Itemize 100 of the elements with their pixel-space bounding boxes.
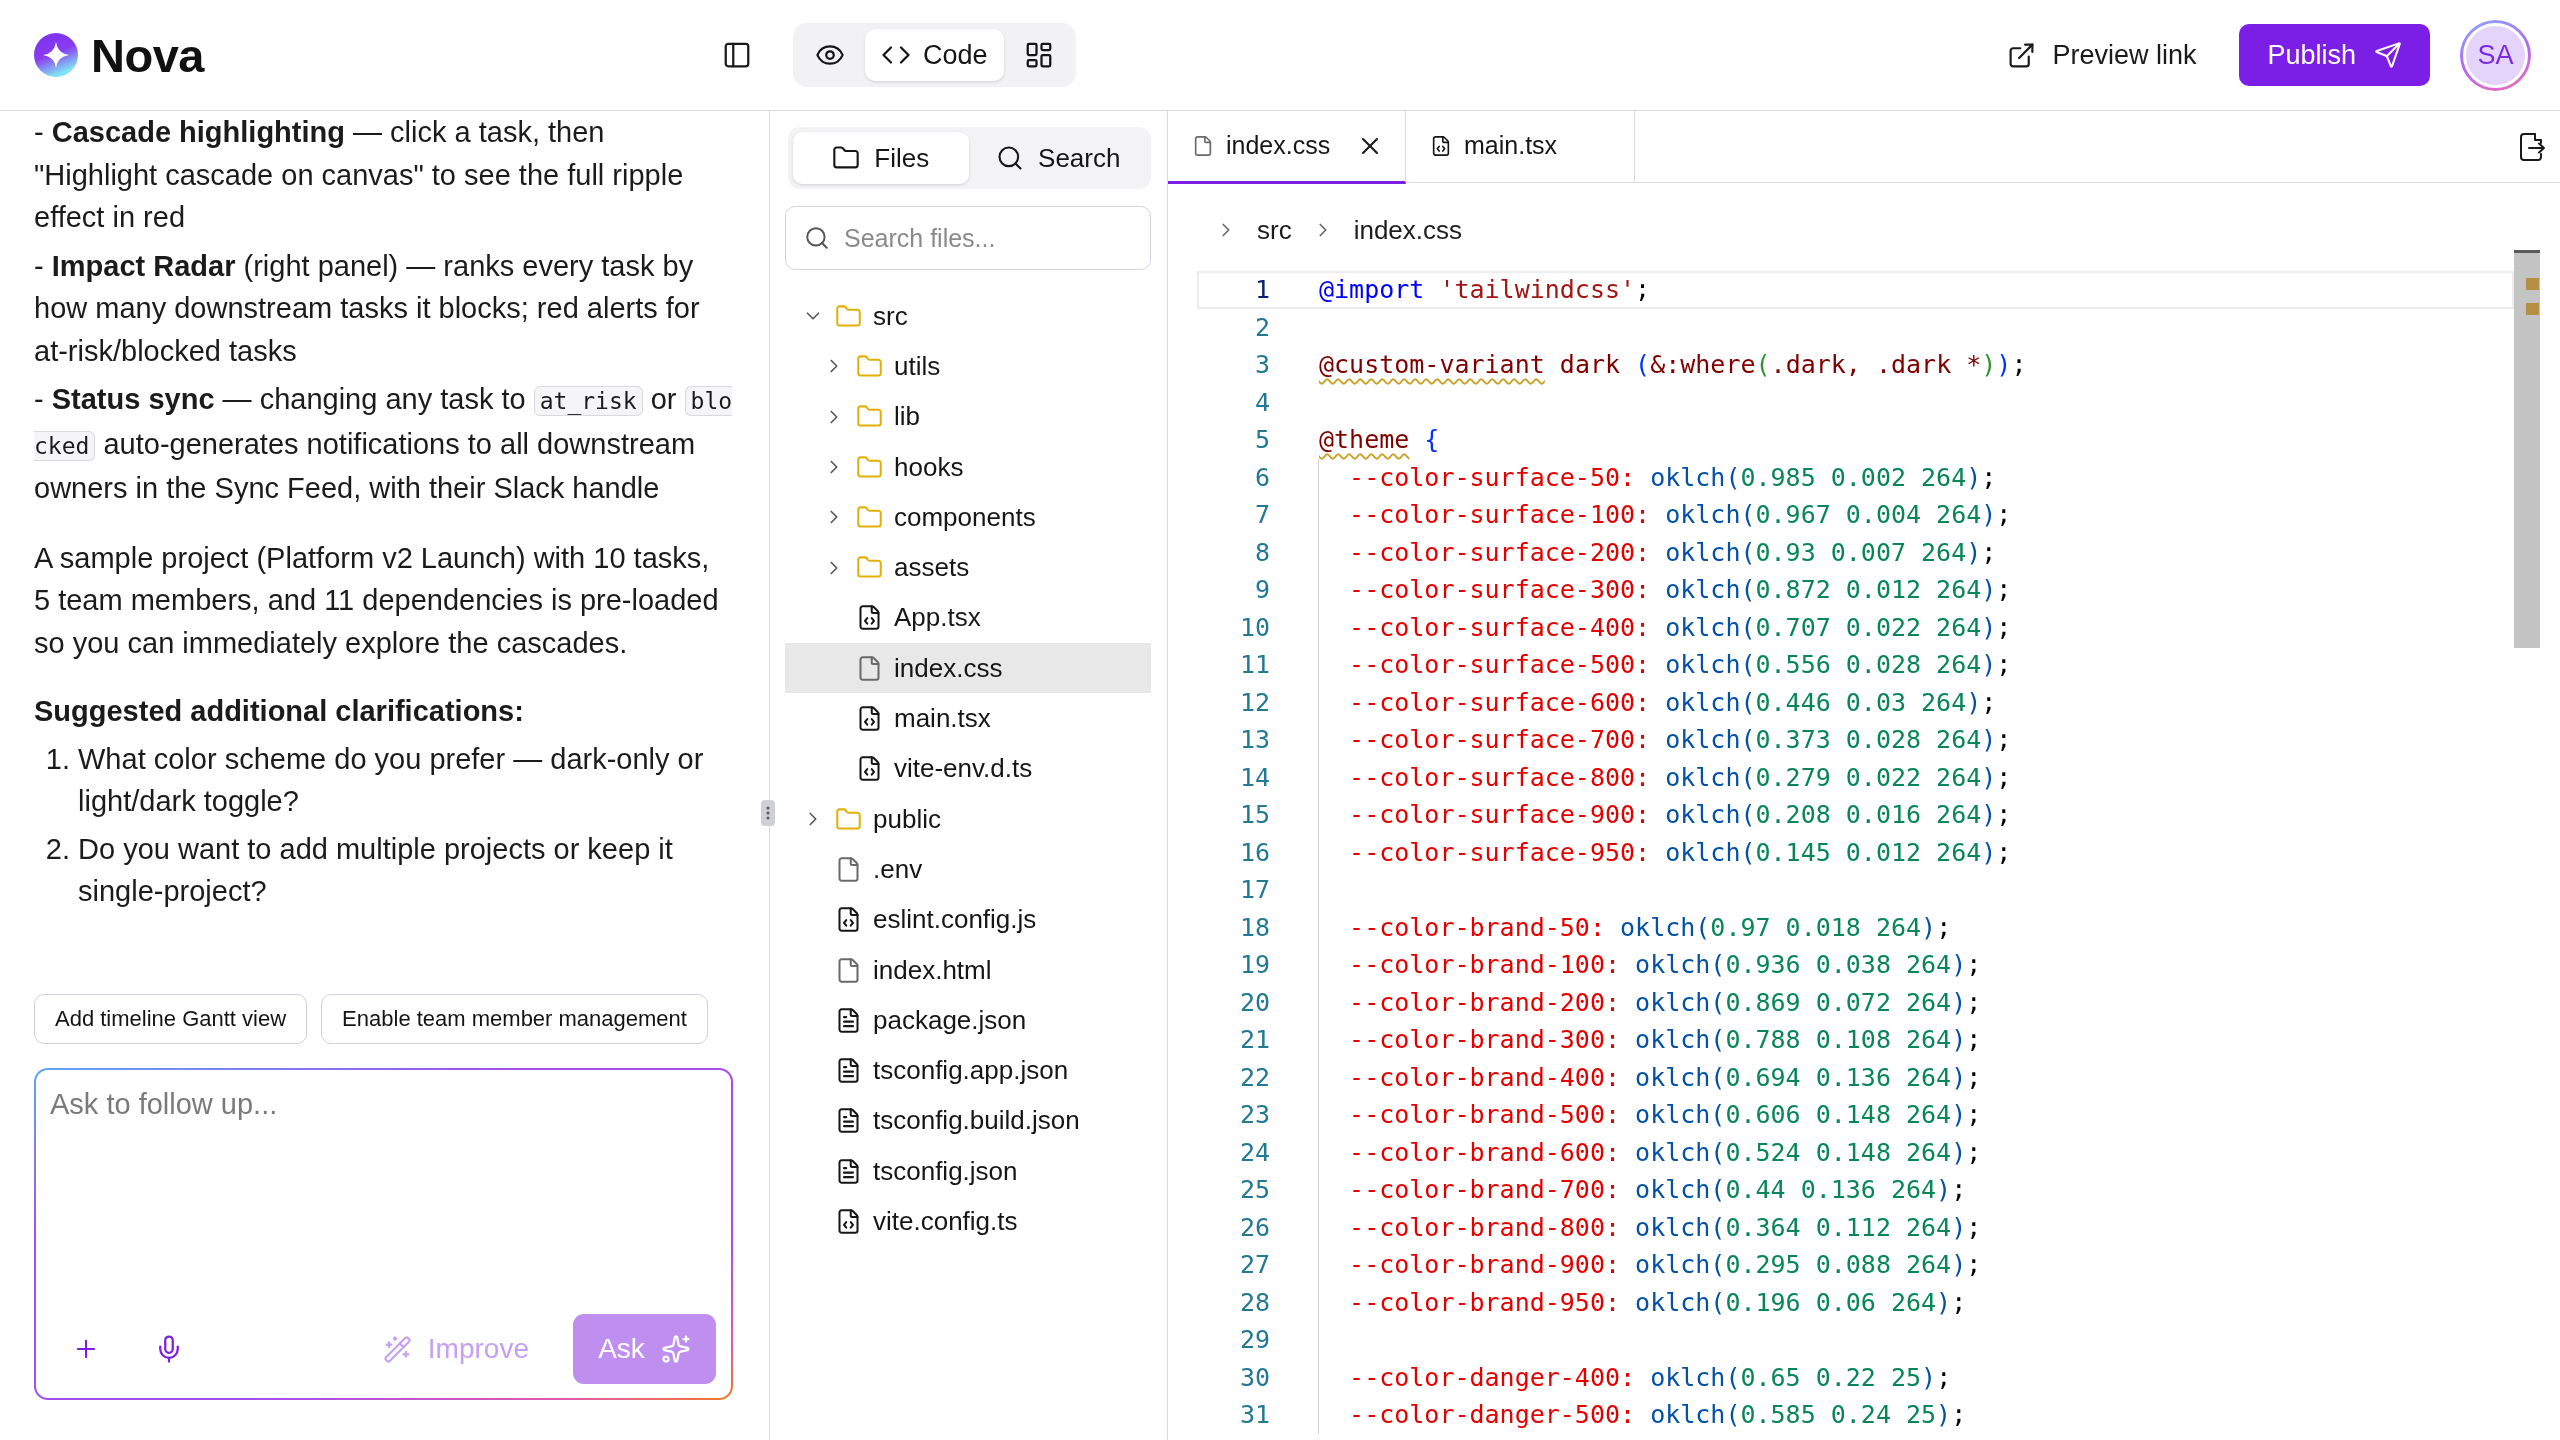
line-number: 28 <box>1238 1286 1270 1319</box>
code-line: @custom-variant dark (&:where(.dark, .dark *)); <box>1318 349 2027 381</box>
line-number: 16 <box>1238 836 1270 869</box>
folder-icon <box>856 503 883 531</box>
text-file-icon <box>835 1107 862 1135</box>
code-line: --color-brand-800: oklch(0.364 0.112 264); <box>1318 1208 1982 1246</box>
code-line: --color-surface-50: oklch(0.985 0.002 264); <box>1318 458 1997 496</box>
files-tab[interactable]: Files <box>793 132 969 184</box>
code-line: --color-brand-950: oklch(0.196 0.06 264); <box>1318 1283 1967 1321</box>
line-number: 2 <box>1253 311 1270 344</box>
line-number: 27 <box>1238 1249 1270 1281</box>
resize-handle[interactable] <box>761 800 775 826</box>
user-avatar[interactable]: SA <box>2460 19 2531 91</box>
line-number: 7 <box>1253 499 1270 531</box>
clarifications-heading: Suggested additional clarifications: <box>34 694 525 729</box>
wand-icon <box>382 1334 412 1364</box>
sparkles-icon <box>660 1334 691 1364</box>
line-number: 5 <box>1253 424 1270 456</box>
code-line: --color-brand-100: oklch(0.936 0.038 264); <box>1318 946 1982 984</box>
line-number: 29 <box>1238 1324 1270 1356</box>
code-file-icon <box>856 755 883 783</box>
file-arrow-icon[interactable] <box>2518 131 2546 162</box>
file-item[interactable]: index.css <box>785 643 1151 694</box>
line-number: 10 <box>1238 611 1270 644</box>
line-number: 20 <box>1238 986 1270 1019</box>
search-files-field[interactable]: Search files... <box>785 206 1151 270</box>
file-item[interactable]: tsconfig.app.json <box>785 1045 1151 1096</box>
folder-icon <box>835 302 862 330</box>
grip-dots-icon <box>766 806 770 820</box>
folder-item[interactable]: hooks <box>785 441 1151 493</box>
file-item[interactable]: App.tsx <box>785 592 1151 644</box>
list-item-text: Do you want to add multiple projects or keep it single-project? <box>78 831 674 909</box>
panel-icon <box>722 40 752 70</box>
code-view-button[interactable]: Code <box>865 29 1004 81</box>
editor-tab[interactable]: index.css <box>1168 111 1406 184</box>
text-file-icon <box>835 1057 862 1085</box>
code-line: --color-danger-500: oklch(0.585 0.24 25); <box>1318 1396 1967 1434</box>
line-number: 13 <box>1238 724 1270 756</box>
editor-tab[interactable]: main.tsx <box>1406 111 1635 184</box>
code-line: @theme { <box>1318 424 1440 456</box>
line-number: 23 <box>1238 1099 1270 1131</box>
suggestion-chip[interactable]: Enable team member management <box>321 994 708 1044</box>
code-line: --color-brand-50: oklch(0.97 0.018 264); <box>1318 908 1952 946</box>
folder-item[interactable]: src <box>785 291 1151 342</box>
folder-item[interactable]: utils <box>785 341 1151 392</box>
code-file-icon <box>835 906 862 934</box>
folder-icon <box>835 805 862 833</box>
follow-up-input[interactable]: Ask to follow up... <box>36 1070 716 1314</box>
publish-button[interactable]: Publish <box>2239 24 2430 86</box>
line-number: 25 <box>1238 1174 1270 1206</box>
line-number: 31 <box>1238 1399 1270 1431</box>
folder-item[interactable]: components <box>785 492 1151 543</box>
breadcrumb-item[interactable]: index.css <box>1353 214 1463 246</box>
line-number: 15 <box>1238 799 1270 831</box>
text-file-icon <box>835 1006 862 1034</box>
file-icon <box>1192 134 1214 157</box>
file-item[interactable]: vite.config.ts <box>785 1196 1151 1247</box>
code-line: --color-brand-900: oklch(0.295 0.088 264); <box>1318 1246 1982 1284</box>
line-number: 22 <box>1238 1061 1270 1094</box>
line-number: 19 <box>1238 949 1270 981</box>
file-item[interactable]: index.html <box>785 944 1151 996</box>
folder-icon <box>856 453 883 481</box>
warning-marker <box>2526 278 2539 290</box>
code-line: --color-brand-700: oklch(0.44 0.136 264); <box>1318 1171 1967 1209</box>
code-line: --color-surface-200: oklch(0.93 0.007 264); <box>1318 533 1997 571</box>
line-number: 8 <box>1253 536 1270 569</box>
file-item[interactable]: tsconfig.build.json <box>785 1095 1151 1147</box>
folder-icon <box>856 352 883 380</box>
file-item[interactable]: .env <box>785 844 1151 895</box>
breadcrumb-item[interactable]: src <box>1257 214 1292 246</box>
line-number: 14 <box>1238 761 1270 794</box>
code-line: --color-surface-400: oklch(0.707 0.022 264); <box>1318 608 2012 646</box>
folder-item[interactable]: assets <box>785 542 1151 593</box>
line-number: 26 <box>1238 1211 1270 1244</box>
file-item[interactable]: eslint.config.js <box>785 894 1151 945</box>
file-icon <box>835 956 862 984</box>
code-line: --color-brand-600: oklch(0.524 0.148 264); <box>1318 1133 1982 1171</box>
list-number: 1. <box>44 741 70 777</box>
file-item[interactable]: vite-env.d.ts <box>785 743 1151 794</box>
search-tab[interactable]: Search <box>970 132 1146 184</box>
file-item[interactable]: package.json <box>785 995 1151 1046</box>
logo-icon <box>34 33 78 77</box>
code-file-icon <box>856 604 883 632</box>
code-file-icon <box>835 1208 862 1235</box>
folder-item[interactable]: lib <box>785 391 1151 442</box>
line-number: 1 <box>1253 274 1270 306</box>
line-number: 18 <box>1238 911 1270 944</box>
preview-link-button[interactable]: Preview link <box>2007 31 2197 79</box>
line-number: 24 <box>1238 1136 1270 1169</box>
text-file-icon <box>835 1157 862 1185</box>
line-number: 3 <box>1253 349 1270 381</box>
file-item[interactable]: main.tsx <box>785 693 1151 744</box>
line-number: 11 <box>1238 649 1270 681</box>
bullet-text: - Cascade highlighting — click a task, then "Highlight cascade on canvas" to see the full ripple effect in red <box>34 115 685 235</box>
code-line: @import 'tailwindcss'; <box>1318 274 1651 306</box>
folder-item[interactable]: public <box>785 793 1151 845</box>
line-number: 6 <box>1253 461 1270 494</box>
file-item[interactable]: tsconfig.json <box>785 1146 1151 1197</box>
suggestion-chip[interactable]: Add timeline Gantt view <box>34 994 308 1044</box>
scrollbar[interactable] <box>2514 250 2540 648</box>
